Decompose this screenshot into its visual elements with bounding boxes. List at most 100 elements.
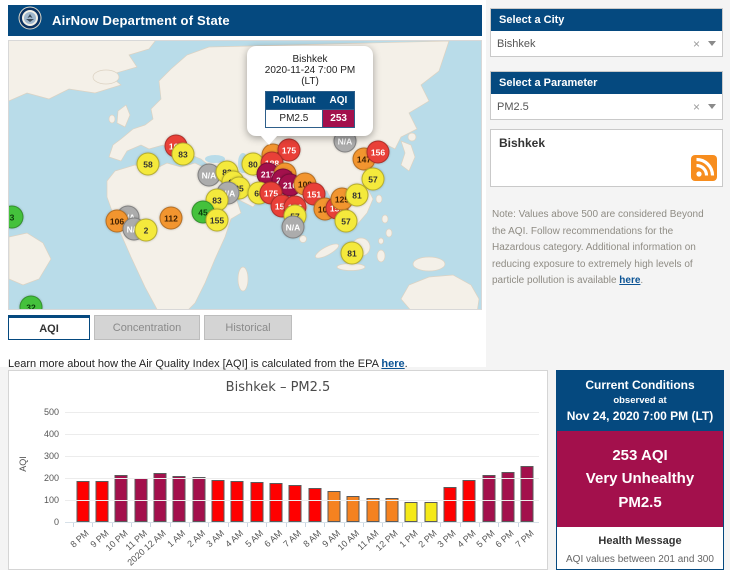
chart-slot: 12 PM: [374, 412, 401, 553]
aqi-marker[interactable]: 57: [334, 209, 358, 233]
aqi-marker[interactable]: 156: [366, 140, 390, 164]
chart-bar[interactable]: [443, 486, 457, 522]
tab-concentration[interactable]: Concentration: [94, 315, 200, 340]
gridline: [65, 522, 539, 523]
x-tick-label: 5 AM: [242, 528, 265, 550]
current-conditions-header: Current Conditions observed at Nov 24, 2…: [557, 371, 723, 431]
chart-bar[interactable]: [153, 473, 167, 522]
chart-bar[interactable]: [327, 491, 341, 522]
chart-bar[interactable]: [76, 481, 90, 522]
aqi-marker[interactable]: 112: [159, 206, 183, 230]
clear-icon[interactable]: ×: [693, 100, 700, 114]
popup-city: Bishkek: [292, 54, 328, 65]
current-aqi-box: 253 AQI Very Unhealthy PM2.5: [557, 431, 723, 527]
app-header: AirNow Department of State: [8, 5, 482, 36]
chart-slot: 2020 12 AM: [126, 412, 169, 568]
chart-slot: 9 PM: [88, 412, 111, 549]
popup-pollutant-value: PM2.5: [264, 109, 324, 128]
chart-slot: 6 PM: [494, 412, 517, 549]
aqi-marker[interactable]: N/A: [281, 215, 305, 239]
chart-slot: 8 AM: [301, 412, 324, 549]
aqi-marker[interactable]: 81: [340, 241, 364, 265]
parameter-panel-title: Select a Parameter: [491, 72, 722, 94]
current-aqi-category: Very Unhealthy: [585, 470, 695, 488]
chart-bar[interactable]: [114, 474, 128, 522]
observed-at-label: observed at: [613, 395, 667, 406]
x-tick-label: 3 PM: [435, 528, 459, 550]
aqi-marker[interactable]: 2: [134, 218, 158, 242]
x-tick-label: 2 PM: [416, 528, 439, 550]
current-aqi-pollutant: PM2.5: [618, 493, 662, 511]
x-tick-label: 1 PM: [397, 528, 420, 550]
chart-slot: 10 PM: [104, 412, 131, 553]
chart-bar[interactable]: [230, 480, 244, 522]
clear-icon[interactable]: ×: [693, 37, 700, 51]
note-text: Note: Values above 500 are considered Be…: [492, 209, 704, 286]
chart-bar[interactable]: [385, 498, 399, 522]
observed-datetime: Nov 24, 2020 7:00 PM (LT): [566, 409, 714, 423]
aqi-marker[interactable]: 83: [171, 142, 195, 166]
city-panel-title: Select a City: [491, 9, 722, 31]
chart-bar[interactable]: [308, 487, 322, 522]
x-tick-label: 3 AM: [204, 528, 227, 550]
gridline: [65, 478, 539, 479]
chart-bar[interactable]: [269, 482, 283, 522]
chart-slot: 9 AM: [320, 412, 343, 549]
world-map[interactable]: 1668358N/A836185N/A8345155112N/A106N/A28…: [8, 40, 482, 310]
x-tick-label: 1 AM: [165, 528, 188, 550]
tab-aqi[interactable]: AQI: [8, 315, 90, 340]
chart-slot: 10 AM: [336, 412, 363, 553]
parameter-select-value: PM2.5: [497, 100, 529, 113]
chart-slot: 2 PM: [417, 412, 440, 549]
page: AirNow Department of State 83 58 N/A 85 …: [0, 0, 730, 570]
city-panel: Select a City Bishkek ×: [490, 8, 723, 57]
parameter-select[interactable]: PM2.5 ×: [491, 94, 722, 119]
gridline: [65, 434, 539, 435]
chevron-down-icon[interactable]: [708, 41, 716, 46]
x-tick-label: 6 PM: [493, 528, 517, 550]
rss-icon[interactable]: [691, 155, 717, 181]
chart-bar[interactable]: [404, 502, 418, 522]
chevron-down-icon[interactable]: [708, 104, 716, 109]
chart-bar[interactable]: [501, 472, 515, 522]
chart-bar[interactable]: [482, 475, 496, 522]
x-tick-label: 8 PM: [68, 528, 91, 550]
chart-slot: 8 PM: [69, 412, 92, 549]
x-tick-label: 7 PM: [513, 528, 536, 550]
current-aqi-value: 253 AQI: [612, 447, 668, 464]
aqi-marker[interactable]: 155: [205, 208, 229, 232]
chart-slot: 6 AM: [262, 412, 285, 549]
epa-here-link[interactable]: here: [381, 358, 404, 370]
aqi-chart: Bishkek – PM2.5 AQI 8 PM 9 PM 10 PM 11 PM 20…: [8, 370, 548, 570]
aqi-marker[interactable]: 81: [345, 183, 369, 207]
chart-slot: 1 PM: [397, 412, 421, 549]
popup-pointer: [260, 135, 278, 145]
note-suffix: .: [640, 275, 644, 286]
popup-aqi-header: AQI: [322, 91, 355, 110]
current-conditions-title: Current Conditions: [585, 378, 695, 392]
current-conditions-panel: Current Conditions observed at Nov 24, 2…: [556, 370, 724, 570]
aqi-marker[interactable]: 58: [136, 152, 160, 176]
chart-bar[interactable]: [250, 481, 264, 522]
feed-city-label: Bishkek: [499, 136, 546, 150]
health-message-title: Health Message: [598, 534, 682, 547]
note-here-link[interactable]: here: [619, 275, 640, 286]
chart-bar[interactable]: [288, 484, 302, 522]
gridline: [65, 412, 539, 413]
chart-bar[interactable]: [95, 481, 109, 522]
learn-more-body: Learn more about how the Air Quality Ind…: [8, 358, 382, 370]
x-tick-label: 8 AM: [300, 528, 323, 550]
chart-bar[interactable]: [520, 466, 534, 522]
chart-slot: 1 AM: [166, 412, 189, 549]
chart-bar[interactable]: [366, 497, 380, 522]
chart-bar[interactable]: [424, 502, 438, 522]
x-tick-label: 4 PM: [455, 528, 478, 550]
parameter-panel: Select a Parameter PM2.5 ×: [490, 71, 723, 120]
chart-bar[interactable]: [462, 480, 476, 522]
app-title: AirNow Department of State: [52, 13, 230, 28]
gridline: [65, 500, 539, 501]
tab-historical[interactable]: Historical: [204, 315, 292, 340]
x-tick-label: 4 AM: [223, 528, 246, 550]
city-select[interactable]: Bishkek ×: [491, 31, 722, 56]
y-tick-label: 500: [43, 407, 59, 417]
